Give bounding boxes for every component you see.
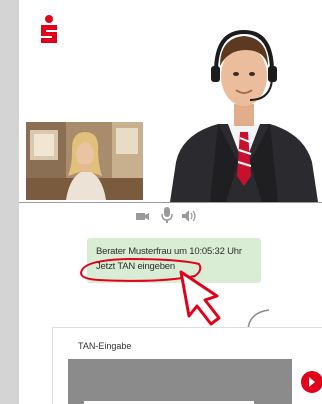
camera-icon[interactable] — [136, 209, 150, 227]
enter-tan-link[interactable]: Jetzt TAN eingeben — [96, 261, 175, 272]
arrow-right-icon — [309, 377, 315, 387]
sparkasse-logo — [41, 15, 57, 43]
tan-title: TAN-Eingabe — [78, 341, 132, 351]
microphone-icon[interactable] — [161, 207, 173, 229]
advisor-image — [166, 16, 322, 202]
chat-message: Berater Musterfrau um 10:05:32 Uhr Jetzt… — [87, 238, 261, 283]
video-divider — [19, 202, 322, 203]
media-controls — [19, 204, 322, 226]
submit-tan-button[interactable] — [301, 371, 322, 393]
speaker-icon[interactable] — [182, 209, 198, 227]
tan-input-container — [68, 359, 292, 404]
advisor-video-feed — [19, 0, 322, 202]
video-consultation-panel: Berater Musterfrau um 10:05:32 Uhr Jetzt… — [19, 0, 322, 404]
self-video-preview — [26, 122, 143, 200]
chat-message-header: Berater Musterfrau um 10:05:32 Uhr — [96, 246, 242, 257]
tan-entry-card: TAN-Eingabe — [52, 327, 322, 404]
